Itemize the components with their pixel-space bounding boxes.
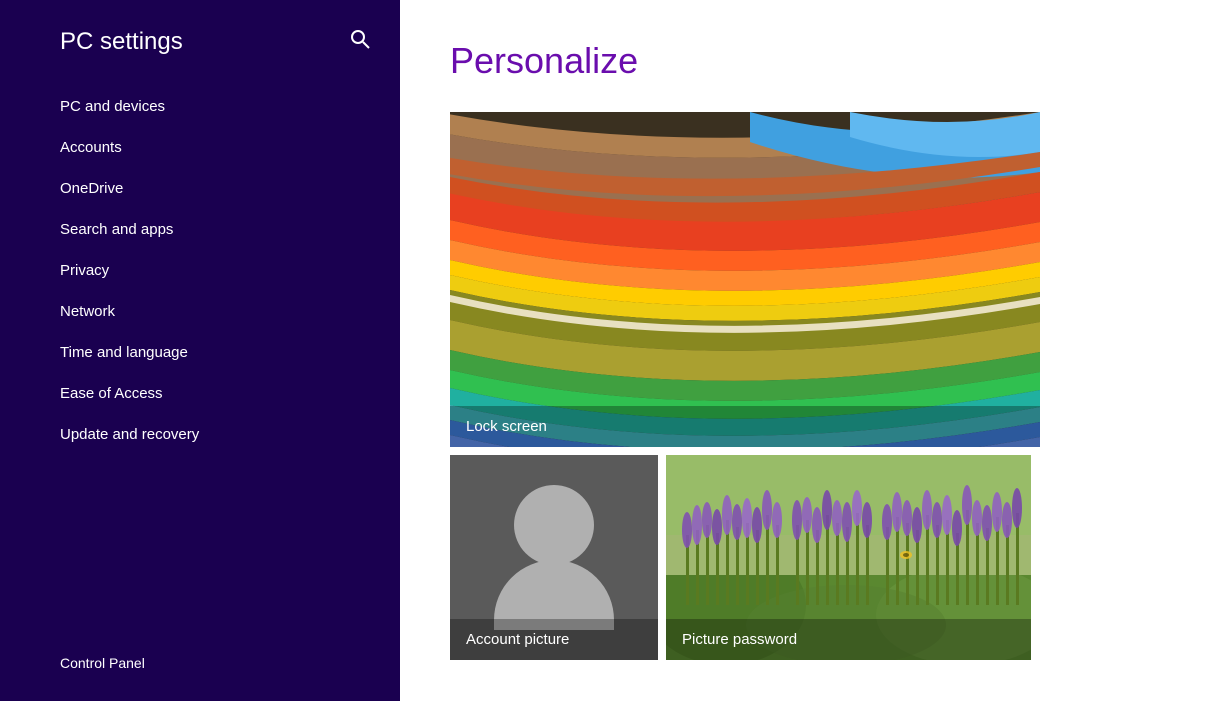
sidebar-item-privacy[interactable]: Privacy (0, 250, 400, 291)
sidebar: PC settings PC and devices Accounts OneD… (0, 0, 400, 701)
sidebar-item-time-and-language[interactable]: Time and language (0, 332, 400, 373)
sidebar-footer: Control Panel (0, 635, 400, 701)
sidebar-item-accounts[interactable]: Accounts (0, 127, 400, 168)
page-title: Personalize (450, 40, 1156, 82)
account-picture-label: Account picture (450, 619, 658, 660)
picture-password-label: Picture password (666, 619, 1031, 660)
sidebar-item-ease-of-access[interactable]: Ease of Access (0, 373, 400, 414)
sidebar-item-onedrive[interactable]: OneDrive (0, 168, 400, 209)
lock-screen-label: Lock screen (450, 406, 1040, 447)
search-icon[interactable] (350, 29, 370, 55)
tiles-container: Lock screen Account picture (450, 112, 1156, 660)
account-avatar (494, 485, 614, 630)
picture-password-tile[interactable]: Picture password (666, 455, 1031, 660)
sidebar-item-update-and-recovery[interactable]: Update and recovery (0, 414, 400, 455)
account-picture-tile[interactable]: Account picture (450, 455, 658, 660)
sidebar-item-pc-and-devices[interactable]: PC and devices (0, 86, 400, 127)
sidebar-header: PC settings (0, 0, 400, 76)
sidebar-item-search-and-apps[interactable]: Search and apps (0, 209, 400, 250)
sidebar-title: PC settings (60, 28, 183, 56)
avatar-head (514, 485, 594, 565)
sidebar-nav: PC and devices Accounts OneDrive Search … (0, 76, 400, 635)
bottom-tiles: Account picture (450, 455, 1156, 660)
lock-screen-tile[interactable]: Lock screen (450, 112, 1040, 447)
main-content: Personalize (400, 0, 1206, 701)
sidebar-item-network[interactable]: Network (0, 291, 400, 332)
sidebar-item-control-panel[interactable]: Control Panel (60, 655, 370, 671)
